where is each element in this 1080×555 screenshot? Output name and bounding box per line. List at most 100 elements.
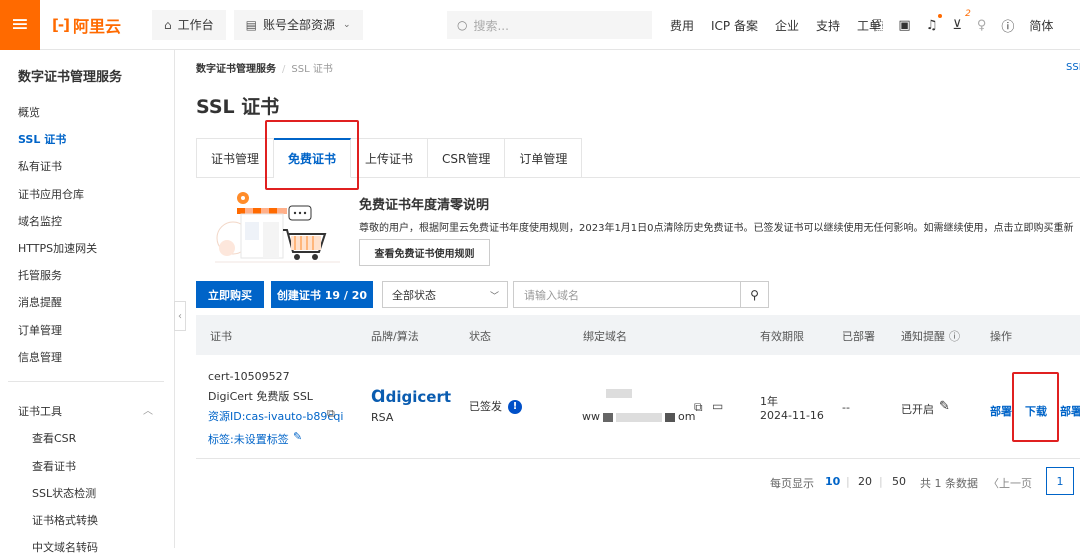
sidebar-divider xyxy=(8,381,164,382)
search-button[interactable]: ⚲ xyxy=(740,281,769,308)
page-size-20[interactable]: 20 xyxy=(858,475,872,488)
home-icon: ⌂ xyxy=(164,17,172,32)
top-link-icp[interactable]: ICP 备案 xyxy=(711,17,758,34)
terminal-icon[interactable]: ▣ xyxy=(898,18,910,33)
page-size-50[interactable]: 50 xyxy=(892,475,906,488)
blur-mask xyxy=(616,412,662,422)
sidebar: 数字证书管理服务 概览 SSL 证书 私有证书 证书应用仓库 域名监控 HTTP… xyxy=(0,50,175,554)
deploy-link[interactable]: 部署 xyxy=(990,403,1012,419)
top-link-fees[interactable]: 费用 xyxy=(670,17,694,34)
resource-scope-dropdown[interactable]: ▤ 账号全部资源 ⌄ xyxy=(233,9,363,40)
deploy-link-2[interactable]: 部署 xyxy=(1060,403,1080,419)
sidebar-item-domain-monitor[interactable]: 域名监控 xyxy=(18,213,62,229)
page-size-10[interactable]: 10 xyxy=(825,475,840,488)
blur-mask xyxy=(603,412,613,422)
cert-status-text: 已签发 xyxy=(469,400,502,413)
menu-icon[interactable]: ≡ xyxy=(0,0,40,50)
sidebar-item-cert-repo[interactable]: 证书应用仓库 xyxy=(18,186,84,202)
tab-cert-management[interactable]: 证书管理 xyxy=(196,138,275,178)
digicert-logo: Ɑdigicert xyxy=(371,387,452,407)
shop-illustration xyxy=(215,192,340,263)
tab-upload-cert[interactable]: 上传证书 xyxy=(351,138,429,178)
sidebar-item-overview[interactable]: 概览 xyxy=(18,104,40,120)
top-link-support[interactable]: 支持 xyxy=(816,17,840,34)
chevron-down-icon: ﹀ xyxy=(489,292,499,302)
buy-now-button[interactable]: 立即购买 xyxy=(196,281,264,308)
resource-id-link[interactable]: 资源ID:cas-ivauto-b89cqi xyxy=(208,408,343,424)
pager-divider: | xyxy=(879,475,883,488)
sidebar-tool-view-cert[interactable]: 查看证书 xyxy=(32,458,76,474)
copy-icon[interactable]: ⧉ xyxy=(694,400,703,415)
workbench-label: 工作台 xyxy=(177,18,214,32)
status-select-value: 全部状态 xyxy=(392,288,436,302)
domain-search-input[interactable]: 请输入域名 xyxy=(513,281,741,308)
sidebar-item-info[interactable]: 信息管理 xyxy=(18,349,62,365)
prev-page-button[interactable]: 〈上一页 xyxy=(988,475,1032,491)
global-search-input[interactable]: ○ 搜索... xyxy=(447,11,652,39)
highlight-box-download xyxy=(1012,372,1059,442)
sidebar-tools-title[interactable]: 证书工具 xyxy=(18,403,62,419)
breadcrumb-root[interactable]: 数字证书管理服务 xyxy=(196,64,276,75)
copy-icon[interactable]: ⧉ xyxy=(327,407,335,421)
breadcrumb: 数字证书管理服务 / SSL 证书 xyxy=(196,64,333,75)
help-icon[interactable]: ⓘ xyxy=(1001,16,1014,35)
tab-csr-management[interactable]: CSR管理 xyxy=(428,138,506,178)
sidebar-tool-view-csr[interactable]: 查看CSR xyxy=(32,430,76,446)
language-switch[interactable]: 简体 xyxy=(1029,17,1053,34)
top-link-enterprise[interactable]: 企业 xyxy=(775,17,799,34)
page-1-button[interactable]: 1 xyxy=(1046,467,1074,495)
view-free-cert-rules-button[interactable]: 查看免费证书使用规则 xyxy=(359,239,490,266)
top-links: 费用 ICP 备案 企业 支持 工单 xyxy=(670,0,898,50)
sidebar-item-private-cert[interactable]: 私有证书 xyxy=(18,158,62,174)
help-circle-icon[interactable]: ⓘ xyxy=(949,328,960,344)
sidebar-collapse-button[interactable]: ‹ xyxy=(174,301,186,331)
sidebar-tool-format-convert[interactable]: 证书格式转换 xyxy=(32,512,98,528)
notice-text: 尊敬的用户，根据阿里云免费证书年度使用规则，2023年1月1日0点清除历史免费证… xyxy=(359,223,1074,234)
col-brand: 品牌/算法 xyxy=(371,330,419,343)
resource-scope-label: 账号全部资源 xyxy=(262,18,335,32)
bell-icon[interactable]: ♫ xyxy=(926,13,943,33)
chevron-up-icon[interactable]: ︿ xyxy=(143,402,153,417)
notification-dot xyxy=(938,13,943,18)
highlight-box-free-tab xyxy=(265,120,359,190)
sidebar-tool-idn-convert[interactable]: 中文域名转码 xyxy=(32,539,98,555)
tab-order-management[interactable]: 订单管理 xyxy=(505,138,583,178)
breadcrumb-current: SSL 证书 xyxy=(291,64,333,75)
tab-bar: 证书管理 免费证书 上传证书 CSR管理 订单管理 xyxy=(196,138,583,178)
cert-status: 已签发! xyxy=(469,398,522,414)
sidebar-item-messages[interactable]: 消息提醒 xyxy=(18,294,62,310)
pager-divider: | xyxy=(846,475,850,488)
notice-title: 免费证书年度清零说明 xyxy=(359,198,490,213)
col-domain: 绑定域名 xyxy=(583,330,627,343)
domain-suffix: om xyxy=(678,410,696,423)
monitor-icon[interactable]: ▭ xyxy=(712,399,723,413)
edit-tag-icon[interactable]: ✎ xyxy=(293,430,302,443)
ssl-right-link[interactable]: SSL xyxy=(1066,62,1080,73)
cloud-shell-icon[interactable]: ⎘ xyxy=(873,18,883,33)
create-cert-button[interactable]: 创建证书 19 / 20 xyxy=(271,281,373,308)
edit-icon[interactable]: ✎ xyxy=(939,399,950,414)
workbench-button[interactable]: ⌂ 工作台 xyxy=(152,9,226,40)
sidebar-tool-ssl-check[interactable]: SSL状态检测 xyxy=(32,485,96,501)
page-title: SSL 证书 xyxy=(196,96,280,118)
status-select[interactable]: 全部状态 ﹀ xyxy=(382,281,508,308)
sidebar-item-hosting[interactable]: 托管服务 xyxy=(18,267,62,283)
col-notify: 通知提醒 xyxy=(901,330,945,343)
search-placeholder: 搜索... xyxy=(473,18,509,33)
col-deployed: 已部署 xyxy=(842,330,875,343)
sidebar-item-ssl[interactable]: SSL 证书 xyxy=(18,131,66,147)
tag-link[interactable]: 标签:未设置标签 xyxy=(208,431,289,447)
col-validity: 有效期限 xyxy=(760,330,804,343)
col-actions: 操作 xyxy=(990,330,1012,343)
sidebar-item-orders[interactable]: 订单管理 xyxy=(18,322,62,338)
lightbulb-icon[interactable]: ♀ xyxy=(977,18,987,33)
sidebar-item-https-gateway[interactable]: HTTPS加速网关 xyxy=(18,240,97,256)
domain-blur-top xyxy=(606,386,632,399)
per-page-label: 每页显示 xyxy=(770,477,814,490)
digicert-logo-text: digicert xyxy=(385,388,452,406)
info-icon[interactable]: ! xyxy=(508,400,522,414)
aliyun-logo[interactable]: [-] 阿里云 xyxy=(52,13,144,37)
cert-algo: RSA xyxy=(371,411,394,424)
blur-mask xyxy=(606,388,632,398)
cart-icon[interactable]: ⊻ 2 xyxy=(952,9,971,33)
